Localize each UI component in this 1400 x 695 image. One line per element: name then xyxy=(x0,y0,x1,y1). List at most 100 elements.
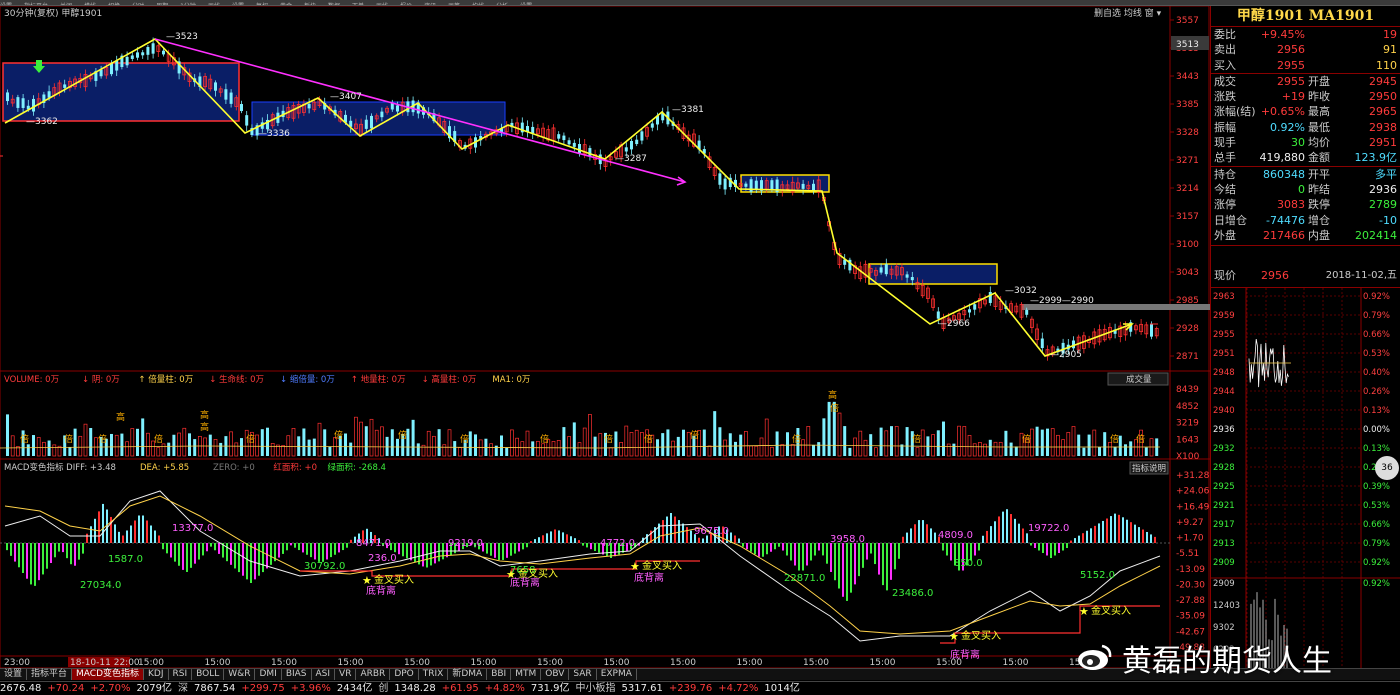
indicator-tab[interactable]: 设置 xyxy=(0,669,28,680)
candle xyxy=(910,277,914,281)
chart-area[interactable]: 30分钟(复权) 甲醇1901 删自选 均线 窗 ▾ 3557 3513 3443 338… xyxy=(0,6,1210,668)
price-label: 3443 xyxy=(1176,72,1199,82)
macd-bar xyxy=(234,543,236,569)
volume-bar xyxy=(759,437,764,457)
macd-bar xyxy=(310,543,312,558)
candle xyxy=(973,304,977,310)
macd-bar xyxy=(866,543,868,560)
indicator-tab[interactable]: BOLL xyxy=(192,669,225,680)
volume-bar xyxy=(349,442,353,456)
price-label: 3157 xyxy=(1176,212,1199,222)
macd-axis-label: +16.49 xyxy=(1176,502,1210,512)
macd-bar xyxy=(754,543,756,555)
candle xyxy=(130,55,134,59)
macd-bar xyxy=(806,543,808,566)
volume-bar xyxy=(946,443,951,457)
indicator-tab[interactable]: W&R xyxy=(224,669,256,680)
indicator-tab[interactable]: DMI xyxy=(255,669,282,680)
indicator-tab[interactable]: BIAS xyxy=(282,669,312,680)
macd-annotation: 8471.0 xyxy=(356,538,391,549)
macd-bar xyxy=(1154,536,1156,543)
current-price-value: 2956 xyxy=(1261,269,1289,283)
macd-bar xyxy=(678,520,680,543)
volume-label-bei: 倍 xyxy=(460,433,469,445)
macd-bar xyxy=(90,526,92,543)
volume-label-gao: 高 xyxy=(828,389,837,401)
indicator-tab[interactable]: ARBR xyxy=(356,669,391,680)
macd-bar xyxy=(734,535,736,543)
candle xyxy=(380,111,384,118)
volume-bar xyxy=(193,439,197,456)
macd-bar xyxy=(594,543,596,551)
quote-label-2: 均价 xyxy=(1308,136,1330,150)
price-annotation: —3336 xyxy=(258,129,290,139)
indicator-tab[interactable]: DPO xyxy=(390,669,419,680)
time-axis-label: 15:00 xyxy=(870,658,896,668)
buy-signal-label: 金叉买入 xyxy=(642,559,682,572)
macd-annotation: 9219.0 xyxy=(448,538,483,549)
quote-value-2: -10 xyxy=(1379,213,1397,227)
time-axis-label: 15:00 xyxy=(604,658,630,668)
volume-bar xyxy=(770,446,774,457)
volume-bar xyxy=(1046,428,1049,456)
volume-bar xyxy=(374,429,379,457)
macd-bar xyxy=(918,520,920,543)
quote-label-2: 跌停 xyxy=(1308,198,1330,212)
quote-row: 卖出 2956 91 xyxy=(1211,42,1400,57)
macd-annotation: 236.0 xyxy=(368,553,397,564)
macd-bar xyxy=(898,543,900,559)
candle xyxy=(21,98,25,108)
volume-label-bei: 倍 xyxy=(644,433,653,445)
status-item: 创 xyxy=(378,683,389,694)
macd-bar xyxy=(990,526,992,543)
macd-bar xyxy=(674,516,676,543)
macd-bar xyxy=(698,537,700,543)
current-price-label: 现价 xyxy=(1214,269,1236,283)
macd-bar xyxy=(854,543,856,585)
status-item: +4.72% xyxy=(718,683,759,694)
volume-bar xyxy=(1035,426,1039,456)
indicator-tab[interactable]: RSI xyxy=(169,669,193,680)
indicator-tab[interactable]: ASI xyxy=(312,669,336,680)
quote-value-2: 2789 xyxy=(1369,198,1397,212)
indicator-tab[interactable]: MACD变色指标 xyxy=(72,669,145,680)
side-badge[interactable]: 36 xyxy=(1375,456,1399,480)
macd-bar xyxy=(82,543,84,554)
time-axis-label: 15:00 xyxy=(737,658,763,668)
indicator-tab[interactable]: TRIX xyxy=(419,669,449,680)
mini-price-label: 2951 xyxy=(1213,349,1235,359)
macd-bar xyxy=(318,543,320,562)
macd-bar xyxy=(1102,520,1104,543)
volume-bar xyxy=(255,434,259,457)
macd-bar xyxy=(322,543,324,562)
time-axis-label: 15:00 xyxy=(404,658,430,668)
indicator-tab[interactable]: EXPMA xyxy=(597,669,637,680)
star-icon: ★ xyxy=(1079,605,1089,618)
indicator-tab[interactable]: VR xyxy=(335,669,357,680)
indicator-tab[interactable]: OBV xyxy=(541,669,570,680)
macd-bar xyxy=(170,543,172,558)
volume-bar xyxy=(728,433,732,456)
macd-bar xyxy=(946,543,948,556)
indicator-tab[interactable]: MTM xyxy=(511,669,542,680)
indicator-tab[interactable]: KDJ xyxy=(144,669,169,680)
indicator-tab[interactable]: SAR xyxy=(569,669,597,680)
candle xyxy=(572,142,576,147)
star-icon: ★ xyxy=(630,560,640,573)
indicator-tab[interactable]: 新DMA xyxy=(448,669,488,680)
macd-bar xyxy=(490,543,492,556)
volume-bar xyxy=(1124,444,1127,456)
price-annotation: —3381 xyxy=(672,105,704,115)
candle xyxy=(884,264,888,275)
macd-bar xyxy=(662,520,664,543)
candle xyxy=(151,43,155,54)
indicator-tab[interactable]: BBI xyxy=(487,669,512,680)
buy-signal-label: 金叉买入 xyxy=(1091,604,1131,617)
macd-bar xyxy=(74,543,76,566)
macd-bar xyxy=(1126,519,1128,543)
price-annotation: —3287 xyxy=(615,154,647,164)
volume-bar xyxy=(754,445,759,457)
volume-bar xyxy=(156,447,161,457)
indicator-tab[interactable]: 指标平台 xyxy=(27,669,73,680)
macd-bar xyxy=(1142,529,1144,543)
